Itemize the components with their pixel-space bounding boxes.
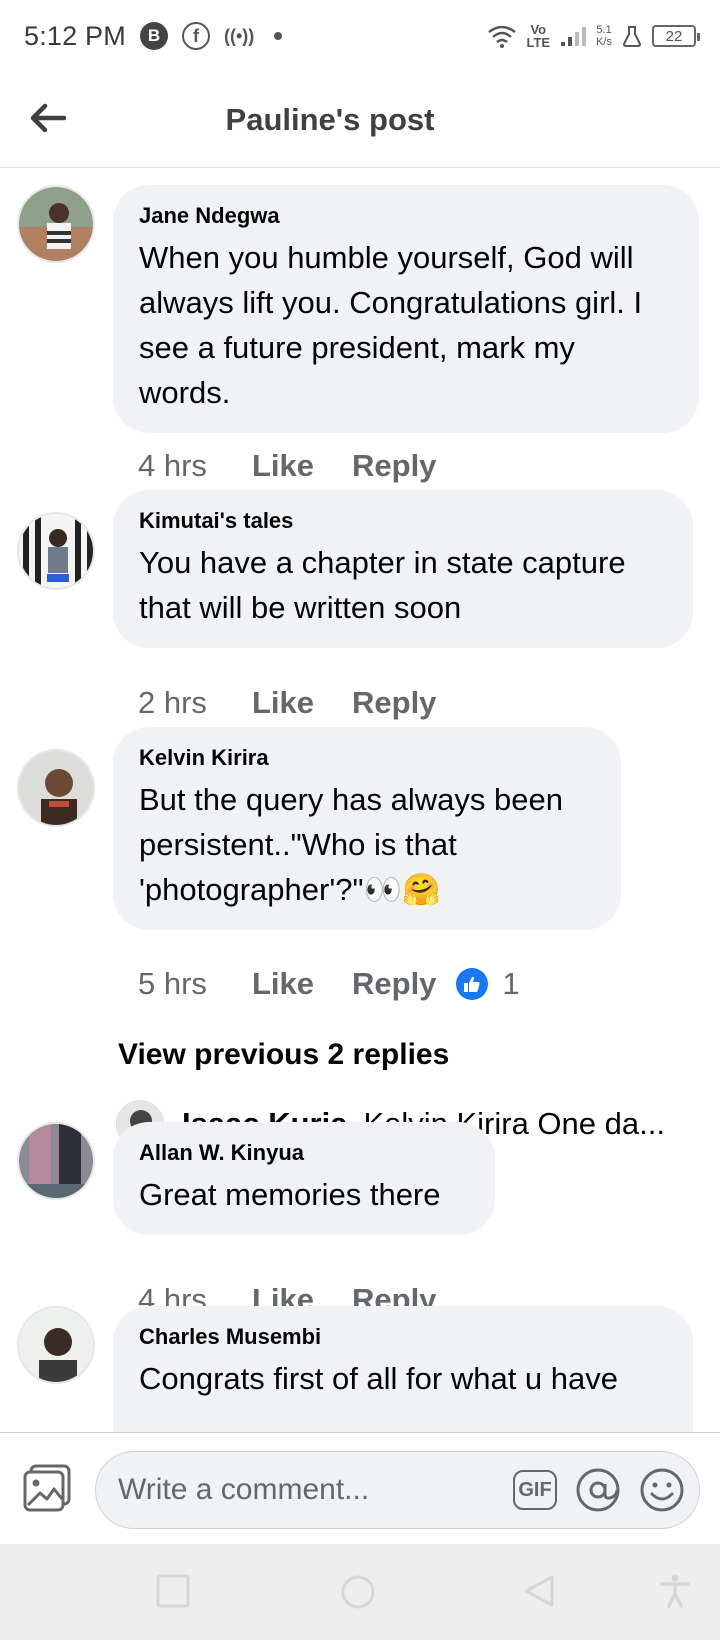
- avatar[interactable]: [17, 1122, 95, 1200]
- commenter-name[interactable]: Charles Musembi: [139, 1324, 667, 1350]
- comment-text: But the query has always been persistent…: [139, 782, 563, 907]
- reply-button[interactable]: Reply: [352, 966, 436, 1002]
- back-triangle-icon[interactable]: [522, 1574, 556, 1613]
- volte-icon: Vo LTE: [526, 22, 551, 50]
- gif-button[interactable]: GIF: [513, 1470, 557, 1510]
- commenter-name[interactable]: Jane Ndegwa: [139, 203, 673, 229]
- system-indicators: Vo LTE 5.1 K/s 22: [487, 22, 700, 50]
- thumbs-up-icon: [456, 968, 489, 1000]
- flask-icon: [622, 26, 642, 47]
- comment-text: When you humble yourself, God will alway…: [139, 240, 643, 410]
- photo-icon[interactable]: [22, 1463, 72, 1513]
- comment-bubble[interactable]: Allan W. Kinyua Great memories there: [113, 1122, 495, 1235]
- comment-text: Great memories there: [139, 1177, 441, 1212]
- b-app-icon: B: [139, 22, 168, 50]
- commenter-name[interactable]: Kimutai's tales: [139, 508, 667, 534]
- status-bar: 5:12 PM B f ((•)) Vo LTE 5.1 K/s 22: [0, 0, 720, 72]
- reactions-summary[interactable]: 1: [456, 966, 520, 1002]
- avatar[interactable]: [17, 512, 95, 590]
- reply-button[interactable]: Reply: [352, 448, 436, 484]
- mention-icon[interactable]: [575, 1467, 621, 1513]
- comment-bubble[interactable]: Charles Musembi Congrats first of all fo…: [113, 1306, 693, 1432]
- comment-composer: GIF: [0, 1432, 720, 1544]
- system-navigation-bar: [0, 1544, 720, 1640]
- comment-time: 5 hrs: [138, 966, 207, 1001]
- page-title: Pauline's post: [225, 101, 435, 137]
- comment-time: 4 hrs: [138, 448, 207, 483]
- facebook-icon: f: [181, 22, 210, 50]
- comment-text: You have a chapter in state capture that…: [139, 545, 626, 625]
- home-icon[interactable]: [340, 1574, 376, 1615]
- comments-list[interactable]: Jane Ndegwa When you humble yourself, Go…: [0, 170, 720, 1432]
- battery-icon: 22: [652, 25, 700, 47]
- signal-icon: [561, 27, 587, 46]
- comment-input[interactable]: [118, 1473, 478, 1507]
- status-time: 5:12 PM: [24, 20, 126, 51]
- post-header: Pauline's post: [0, 72, 720, 168]
- reply-button[interactable]: Reply: [352, 685, 436, 721]
- comment-actions: 4 hrs Like Reply: [138, 448, 436, 484]
- view-previous-replies-link[interactable]: View previous 2 replies: [118, 1038, 449, 1072]
- comment-bubble[interactable]: Kelvin Kirira But the query has always b…: [113, 727, 621, 930]
- emoji-icon[interactable]: [639, 1467, 685, 1513]
- comment-bubble[interactable]: Jane Ndegwa When you humble yourself, Go…: [113, 185, 699, 433]
- like-button[interactable]: Like: [252, 966, 352, 1002]
- comment-actions: 5 hrs Like Reply 1: [138, 966, 520, 1002]
- reaction-count: 1: [502, 966, 520, 1001]
- wifi-icon: [487, 25, 516, 48]
- like-button[interactable]: Like: [252, 685, 352, 721]
- hotspot-icon: ((•)): [223, 25, 255, 46]
- comment-bubble[interactable]: Kimutai's tales You have a chapter in st…: [113, 490, 693, 648]
- like-button[interactable]: Like: [252, 448, 352, 484]
- recent-apps-icon[interactable]: [156, 1574, 190, 1613]
- comment-time: 2 hrs: [138, 685, 207, 720]
- comment-actions: 2 hrs Like Reply: [138, 685, 436, 721]
- commenter-name[interactable]: Kelvin Kirira: [139, 745, 595, 771]
- avatar[interactable]: [17, 185, 95, 263]
- network-speed: 5.1 K/s: [596, 24, 612, 48]
- avatar[interactable]: [17, 749, 95, 827]
- notification-icons: B f ((•)): [139, 22, 283, 50]
- accessibility-icon[interactable]: [658, 1574, 692, 1613]
- back-arrow-icon[interactable]: [28, 98, 68, 138]
- more-notifications-dot-icon: [274, 32, 283, 40]
- comment-text: Congrats first of all for what u have: [139, 1361, 619, 1396]
- commenter-name[interactable]: Allan W. Kinyua: [139, 1140, 469, 1166]
- comment-input-box[interactable]: GIF: [95, 1451, 700, 1529]
- avatar[interactable]: [17, 1306, 95, 1384]
